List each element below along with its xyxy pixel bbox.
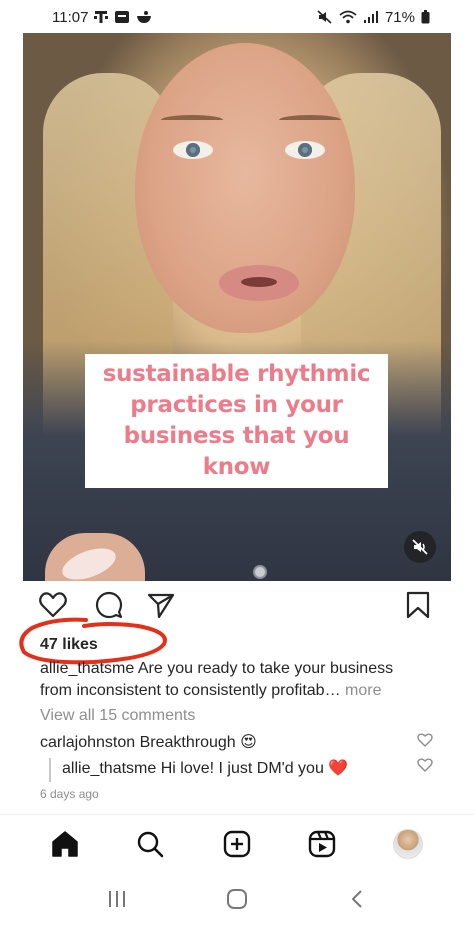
status-time: 11:07	[52, 8, 89, 26]
nav-profile-button[interactable]	[392, 828, 424, 860]
nav-search-button[interactable]	[134, 828, 166, 860]
system-navigation	[0, 880, 474, 920]
comment-text: Breakthrough	[139, 734, 236, 751]
post-caption-line2: from inconsistent to consistently profit…	[40, 680, 440, 702]
media-brow	[279, 115, 341, 125]
media-brow	[161, 115, 223, 125]
nav-create-button[interactable]	[221, 828, 253, 860]
recent-apps-button[interactable]	[105, 888, 129, 910]
mute-icon	[317, 10, 333, 24]
nav-home-button[interactable]	[49, 828, 81, 860]
wifi-icon	[339, 10, 357, 24]
reply-thread-line	[49, 758, 51, 782]
post-video[interactable]: sustainable rhythmic practices in your b…	[23, 33, 451, 581]
comment-like-heart-icon[interactable]	[417, 732, 433, 748]
status-left: 11:07	[52, 9, 152, 26]
system-home-button[interactable]	[225, 888, 249, 910]
video-mute-button[interactable]	[404, 531, 436, 563]
bowl-icon	[136, 10, 152, 24]
caption-ellipsis: …	[324, 682, 341, 699]
video-caption-text: sustainable rhythmic practices in your b…	[102, 361, 371, 480]
comment-username[interactable]: carlajohnston	[40, 734, 135, 751]
profile-avatar	[393, 829, 423, 859]
media-lips	[219, 265, 299, 301]
reply-username[interactable]: allie_thatsme	[62, 760, 156, 777]
media-eye	[173, 141, 213, 159]
search-icon	[137, 831, 164, 858]
caption-username[interactable]: allie_thatsme	[40, 660, 134, 677]
media-shirt-button	[253, 565, 267, 579]
home-icon	[52, 831, 78, 857]
speaker-muted-icon	[412, 539, 428, 555]
signal-icon	[363, 10, 379, 24]
view-all-comments-link[interactable]: View all 15 comments	[40, 707, 195, 725]
reply-row: allie_thatsme Hi love! I just DM'd you ❤…	[62, 758, 348, 778]
post-timestamp: 6 days ago	[40, 787, 99, 801]
reply-like-heart-icon[interactable]	[417, 757, 433, 773]
back-icon	[352, 890, 362, 908]
media-eye	[285, 141, 325, 159]
save-button[interactable]	[404, 590, 432, 620]
create-icon	[223, 830, 251, 858]
bookmark-icon	[406, 591, 430, 619]
comment-row: carlajohnston Breakthrough 😍	[40, 732, 257, 752]
recent-apps-icon	[109, 891, 125, 907]
caption-text-continued: from inconsistent to consistently profit…	[40, 682, 325, 699]
nav-divider	[0, 814, 474, 815]
t-mobile-icon	[94, 10, 109, 24]
bottom-navigation	[0, 822, 474, 866]
reels-icon	[308, 830, 336, 858]
app-notification-icon	[114, 10, 130, 24]
system-back-button[interactable]	[346, 888, 370, 910]
caption-more-link[interactable]: more	[345, 682, 381, 699]
video-caption-box: sustainable rhythmic practices in your b…	[85, 354, 388, 488]
home-circle-icon	[227, 889, 247, 909]
red-heart-emoji-icon: ❤️	[328, 760, 349, 777]
reply-text: Hi love! I just DM'd you	[160, 760, 324, 777]
heart-eyes-emoji-icon: 😍	[240, 734, 257, 751]
caption-text: Are you ready to take your business	[137, 660, 394, 677]
post-caption-line1: allie_thatsme Are you ready to take your…	[40, 658, 440, 680]
status-right: 71%	[317, 9, 430, 26]
nav-reels-button[interactable]	[306, 828, 338, 860]
status-bar: 11:07 71%	[0, 0, 474, 34]
battery-percent: 71%	[384, 8, 415, 26]
battery-icon	[421, 10, 430, 24]
